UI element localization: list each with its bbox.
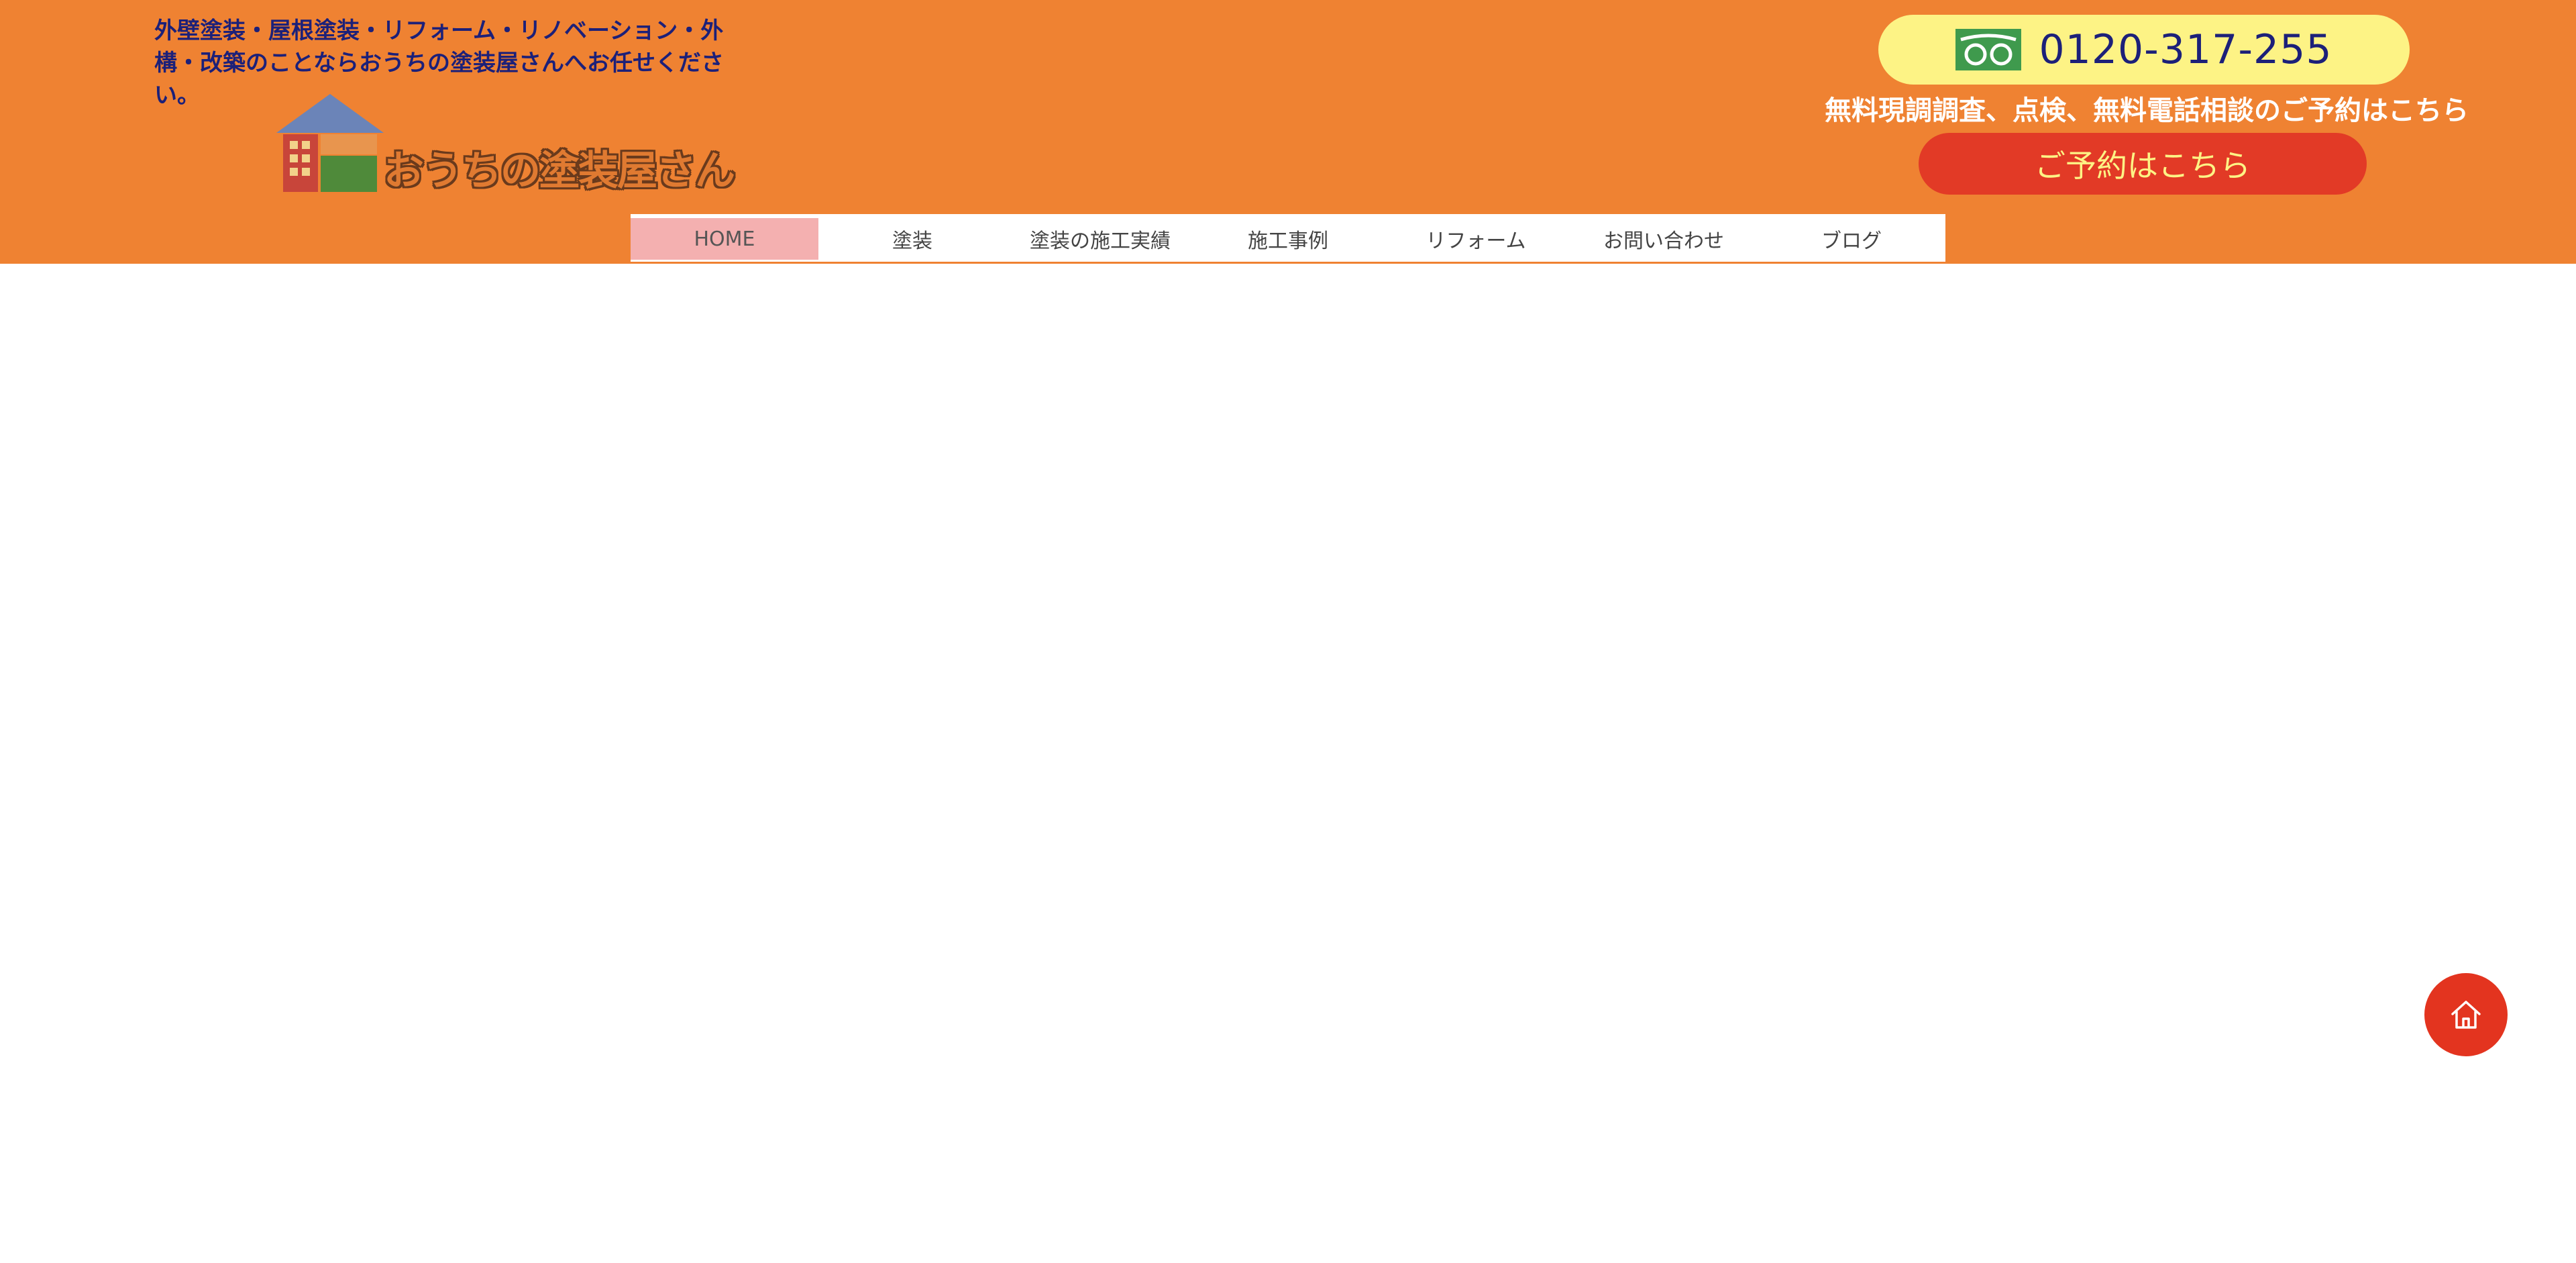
nav-item-painting[interactable]: 塗装 (818, 218, 1006, 260)
phone-number: 0120-317-255 (2039, 26, 2332, 73)
logo-wordmark: おうちの塗装屋さん (384, 148, 735, 195)
free-dial-icon (1955, 29, 2022, 70)
main-nav: HOME 塗装 塗装の施工実績 施工事例 リフォーム お問い合わせ ブログ (631, 214, 1945, 264)
nav-item-home[interactable]: HOME (631, 218, 818, 260)
nav-item-case-studies[interactable]: 施工事例 (1194, 218, 1382, 260)
nav-item-blog[interactable]: ブログ (1758, 218, 1945, 260)
reservation-button[interactable]: ご予約はこちら (1919, 133, 2367, 195)
nav-item-painting-results[interactable]: 塗装の施工実績 (1006, 218, 1194, 260)
home-icon (2451, 1001, 2481, 1029)
nav-item-reform[interactable]: リフォーム (1382, 218, 1570, 260)
nav-item-contact[interactable]: お問い合わせ (1570, 218, 1758, 260)
site-logo[interactable]: おうちの塗装屋さん (276, 93, 735, 195)
free-dial-phone[interactable]: 0120-317-255 (1878, 15, 2410, 85)
reservation-caption: 無料現調調査、点検、無料電話相談のご予約はこちら (1825, 95, 2469, 126)
home-floating-button[interactable] (2424, 973, 2508, 1056)
house-logo-icon (276, 94, 384, 192)
site-header: 外壁塗装・屋根塗装・リフォーム・リノベーション・外構・改築のことならおうちの塗装… (0, 0, 2576, 264)
